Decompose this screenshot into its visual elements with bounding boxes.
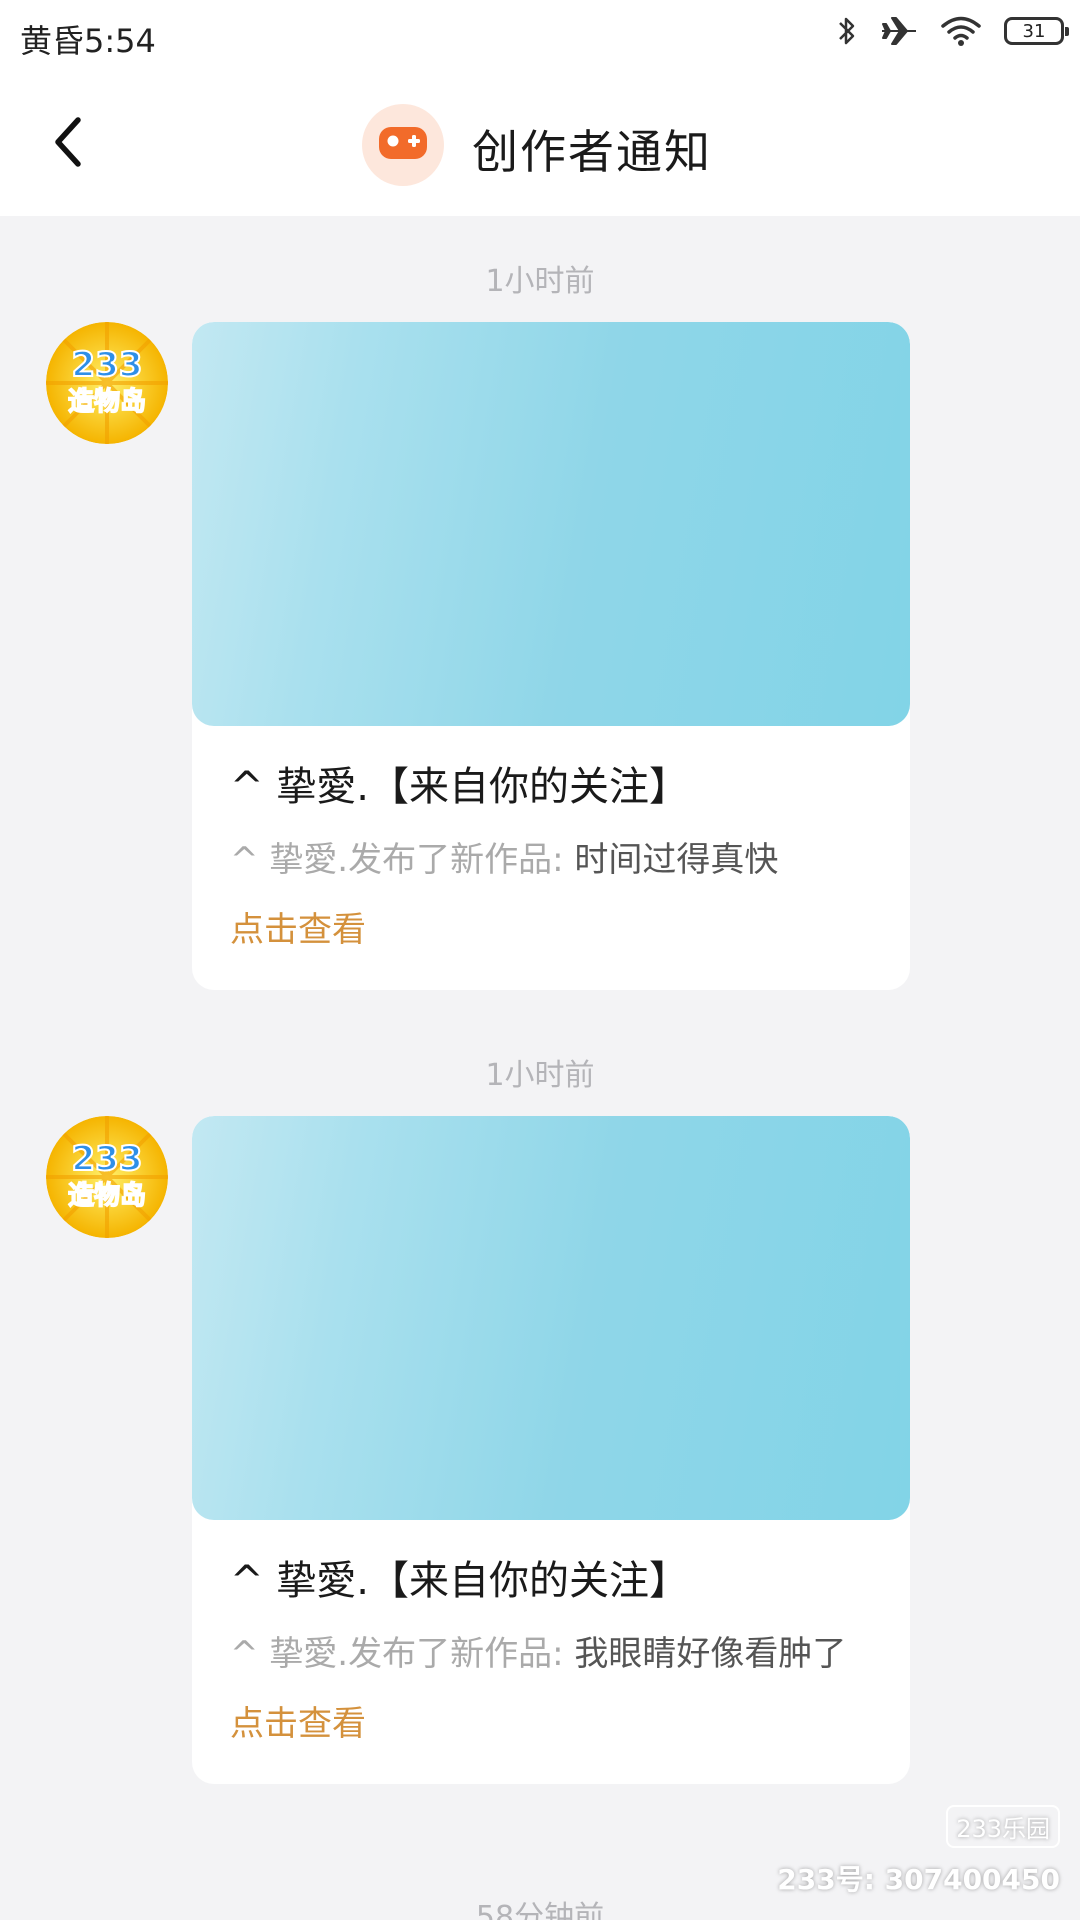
timestamp: 1小时前 [485, 1058, 595, 1093]
desc-prefix: ^ 挚愛.发布了新作品: [230, 1634, 575, 1674]
card-description: ^ 挚愛.发布了新作品: 时间过得真快 [230, 836, 872, 884]
watermark: 233乐园 233号: 307400450 [777, 1805, 1060, 1898]
view-link[interactable]: 点击查看 [230, 1700, 872, 1748]
chevron-left-icon [48, 114, 88, 174]
wifi-icon [940, 14, 982, 48]
bluetooth-icon [836, 14, 858, 48]
airplane-icon [880, 14, 918, 48]
status-bar: 黄昏5:54 31 [0, 0, 1080, 72]
work-cover-image[interactable] [192, 322, 910, 726]
watermark-logo: 233乐园 [946, 1805, 1060, 1848]
notification-feed[interactable]: 1小时前 233 造物岛 ^ 挚愛.【来自你的关注】 ^ 挚愛.发布了新作品: … [0, 216, 1080, 1920]
card-title: ^ 挚愛.【来自你的关注】 [230, 1558, 689, 1604]
app-header: 创作者通知 [0, 72, 1080, 216]
card-description: ^ 挚愛.发布了新作品: 我眼睛好像看肿了 [230, 1630, 872, 1678]
sender-avatar[interactable]: 233 造物岛 [46, 1116, 168, 1238]
status-time: 黄昏5:54 [20, 22, 156, 60]
battery-level: 31 [1022, 20, 1046, 42]
card-body: ^ 挚愛.【来自你的关注】 ^ 挚愛.发布了新作品: 我眼睛好像看肿了 点击查看 [192, 1520, 910, 1784]
channel-avatar [362, 104, 444, 186]
battery-indicator: 31 [1004, 17, 1069, 45]
card-title: ^ 挚愛.【来自你的关注】 [230, 764, 689, 810]
page-title: 创作者通知 [472, 125, 712, 179]
work-title: 时间过得真快 [574, 840, 779, 880]
view-link[interactable]: 点击查看 [230, 906, 872, 954]
timestamp: 1小时前 [485, 264, 595, 299]
avatar-text-bottom: 造物岛 [68, 1180, 146, 1211]
back-button[interactable] [36, 112, 100, 176]
status-icons: 31 [836, 14, 1069, 48]
notification-card[interactable]: ^ 挚愛.【来自你的关注】 ^ 挚愛.发布了新作品: 时间过得真快 点击查看 [192, 322, 910, 990]
card-body: ^ 挚愛.【来自你的关注】 ^ 挚愛.发布了新作品: 时间过得真快 点击查看 [192, 726, 910, 990]
gamepad-icon [377, 123, 429, 167]
sender-avatar[interactable]: 233 造物岛 [46, 322, 168, 444]
avatar-text-top: 233 [72, 1139, 143, 1179]
notification-card[interactable]: ^ 挚愛.【来自你的关注】 ^ 挚愛.发布了新作品: 我眼睛好像看肿了 点击查看 [192, 1116, 910, 1784]
avatar-text-bottom: 造物岛 [68, 386, 146, 417]
avatar-text-top: 233 [72, 345, 143, 385]
work-cover-image[interactable] [192, 1116, 910, 1520]
work-title: 我眼睛好像看肿了 [574, 1634, 847, 1674]
watermark-id: 233号: 307400450 [777, 1863, 1060, 1896]
desc-prefix: ^ 挚愛.发布了新作品: [230, 840, 575, 880]
